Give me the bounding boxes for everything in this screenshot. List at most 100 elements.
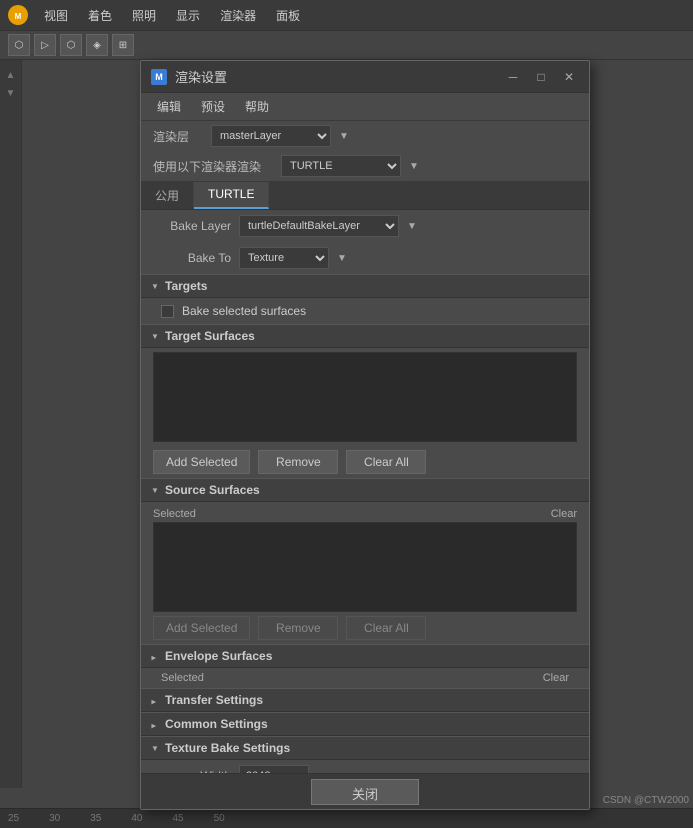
toolbar-btn-1[interactable]: ⬡ — [8, 34, 30, 56]
texture-bake-title: Texture Bake Settings — [165, 741, 290, 755]
left-panel-arrow-down[interactable]: ▼ — [4, 86, 18, 100]
modal-menubar: 编辑 预设 帮助 — [141, 93, 589, 121]
ruler-tick-3: 35 — [90, 813, 101, 824]
menu-display[interactable]: 显示 — [168, 3, 208, 28]
source-surfaces-area: Selected Clear — [153, 506, 577, 612]
common-settings-arrow: ▼ — [149, 718, 161, 730]
target-surfaces-title: Target Surfaces — [165, 329, 255, 343]
footer-close-button[interactable]: 关闭 — [311, 779, 419, 805]
source-selected-label: Selected — [153, 508, 196, 520]
targets-title: Targets — [165, 279, 207, 293]
renderer-label: 使用以下渲染器渲染 — [153, 158, 273, 175]
source-clear-label[interactable]: Clear — [551, 508, 577, 520]
bake-to-row: Bake To Texture ▼ — [141, 242, 589, 274]
maximize-button[interactable]: □ — [529, 67, 553, 87]
renderer-row: 使用以下渲染器渲染 TURTLE ▼ — [141, 151, 589, 182]
envelope-surfaces-title: Envelope Surfaces — [165, 649, 272, 663]
menu-view[interactable]: 视图 — [36, 3, 76, 28]
ruler-tick-6: 50 — [214, 813, 225, 824]
envelope-clear-label[interactable]: Clear — [543, 672, 569, 684]
bake-selected-label: Bake selected surfaces — [182, 304, 306, 318]
target-surfaces-section-header[interactable]: ▼ Target Surfaces — [141, 324, 589, 348]
bake-layer-label: Bake Layer — [161, 219, 231, 233]
modal-logo: M — [149, 67, 169, 87]
transfer-settings-title: Transfer Settings — [165, 693, 263, 707]
menu-panel[interactable]: 面板 — [268, 3, 308, 28]
watermark: CSDN @CTW2000 — [603, 795, 689, 806]
target-clear-all-button[interactable]: Clear All — [346, 450, 426, 474]
render-layer-label: 渲染层 — [153, 128, 203, 145]
modal-content[interactable]: Bake Layer turtleDefaultBakeLayer ▼ Bake… — [141, 210, 589, 773]
source-surfaces-btn-row: Add Selected Remove Clear All — [141, 612, 589, 644]
target-surfaces-arrow: ▼ — [149, 330, 161, 342]
tab-common[interactable]: 公用 — [141, 182, 194, 209]
source-surfaces-list — [153, 522, 577, 612]
common-settings-section-header[interactable]: ▼ Common Settings — [141, 712, 589, 736]
render-settings-dialog: M 渲染设置 ─ □ ✕ 编辑 预设 帮助 渲染层 masterLayer ▼ … — [140, 60, 590, 810]
targets-section-header[interactable]: ▼ Targets — [141, 274, 589, 298]
render-layer-row: 渲染层 masterLayer ▼ — [141, 121, 589, 151]
bake-layer-select[interactable]: turtleDefaultBakeLayer — [239, 215, 399, 237]
modal-title: 渲染设置 — [175, 67, 501, 86]
renderer-dropdown-icon: ▼ — [409, 161, 419, 172]
source-add-selected-button: Add Selected — [153, 616, 250, 640]
ruler-tick-1: 25 — [8, 813, 19, 824]
target-surfaces-list — [153, 352, 577, 442]
source-surfaces-labels: Selected Clear — [153, 506, 577, 522]
tab-turtle[interactable]: TURTLE — [194, 182, 269, 209]
modal-logo-inner: M — [151, 69, 167, 85]
left-panel-arrow-up[interactable]: ▲ — [4, 68, 18, 82]
app-logo: M — [8, 5, 28, 25]
ruler-tick-2: 30 — [49, 813, 60, 824]
toolbar-btn-2[interactable]: ▷ — [34, 34, 56, 56]
modal-titlebar: M 渲染设置 ─ □ ✕ — [141, 61, 589, 93]
bake-to-select[interactable]: Texture — [239, 247, 329, 269]
left-panel: ▲ ▼ — [0, 60, 22, 788]
targets-arrow: ▼ — [149, 280, 161, 292]
envelope-surfaces-section-header[interactable]: ▼ Envelope Surfaces — [141, 644, 589, 668]
width-input[interactable] — [239, 765, 309, 773]
target-surfaces-btn-row: Add Selected Remove Clear All — [141, 446, 589, 478]
modal-menu-help[interactable]: 帮助 — [237, 95, 277, 118]
envelope-surfaces-labels: Selected Clear — [141, 668, 589, 688]
source-surfaces-title: Source Surfaces — [165, 483, 260, 497]
minimize-button[interactable]: ─ — [501, 67, 525, 87]
ruler-tick-5: 45 — [173, 813, 184, 824]
source-remove-button: Remove — [258, 616, 338, 640]
common-settings-title: Common Settings — [165, 717, 268, 731]
menu-renderer[interactable]: 渲染器 — [212, 3, 264, 28]
texture-bake-arrow: ▼ — [149, 742, 161, 754]
texture-bake-section-header[interactable]: ▼ Texture Bake Settings — [141, 736, 589, 760]
menu-lighting[interactable]: 照明 — [124, 3, 164, 28]
target-add-selected-button[interactable]: Add Selected — [153, 450, 250, 474]
bake-layer-dropdown-icon: ▼ — [407, 221, 417, 232]
modal-menu-edit[interactable]: 编辑 — [149, 95, 189, 118]
modal-footer: 关闭 — [141, 773, 589, 809]
bake-to-label: Bake To — [161, 251, 231, 265]
menu-shading[interactable]: 着色 — [80, 3, 120, 28]
source-surfaces-section-header[interactable]: ▼ Source Surfaces — [141, 478, 589, 502]
bake-selected-row: Bake selected surfaces — [141, 298, 589, 324]
bake-layer-row: Bake Layer turtleDefaultBakeLayer ▼ — [141, 210, 589, 242]
width-row: Width — [141, 760, 589, 773]
close-button[interactable]: ✕ — [557, 67, 581, 87]
toolbar-btn-4[interactable]: ◈ — [86, 34, 108, 56]
toolbar-btn-3[interactable]: ⬡ — [60, 34, 82, 56]
render-layer-dropdown-icon: ▼ — [339, 131, 349, 142]
bake-selected-checkbox[interactable] — [161, 305, 174, 318]
app-menubar: M 视图 着色 照明 显示 渲染器 面板 — [0, 0, 693, 30]
transfer-settings-arrow: ▼ — [149, 694, 161, 706]
bake-to-dropdown-icon: ▼ — [337, 253, 347, 264]
svg-text:M: M — [15, 12, 22, 21]
renderer-select[interactable]: TURTLE — [281, 155, 401, 177]
tab-bar: 公用 TURTLE — [141, 182, 589, 210]
target-remove-button[interactable]: Remove — [258, 450, 338, 474]
toolbar-btn-5[interactable]: ⊞ — [112, 34, 134, 56]
render-layer-select[interactable]: masterLayer — [211, 125, 331, 147]
envelope-selected-label: Selected — [161, 672, 204, 684]
modal-menu-preset[interactable]: 预设 — [193, 95, 233, 118]
transfer-settings-section-header[interactable]: ▼ Transfer Settings — [141, 688, 589, 712]
envelope-surfaces-arrow: ▼ — [149, 650, 161, 662]
source-clear-all-button: Clear All — [346, 616, 426, 640]
ruler-tick-4: 40 — [131, 813, 142, 824]
